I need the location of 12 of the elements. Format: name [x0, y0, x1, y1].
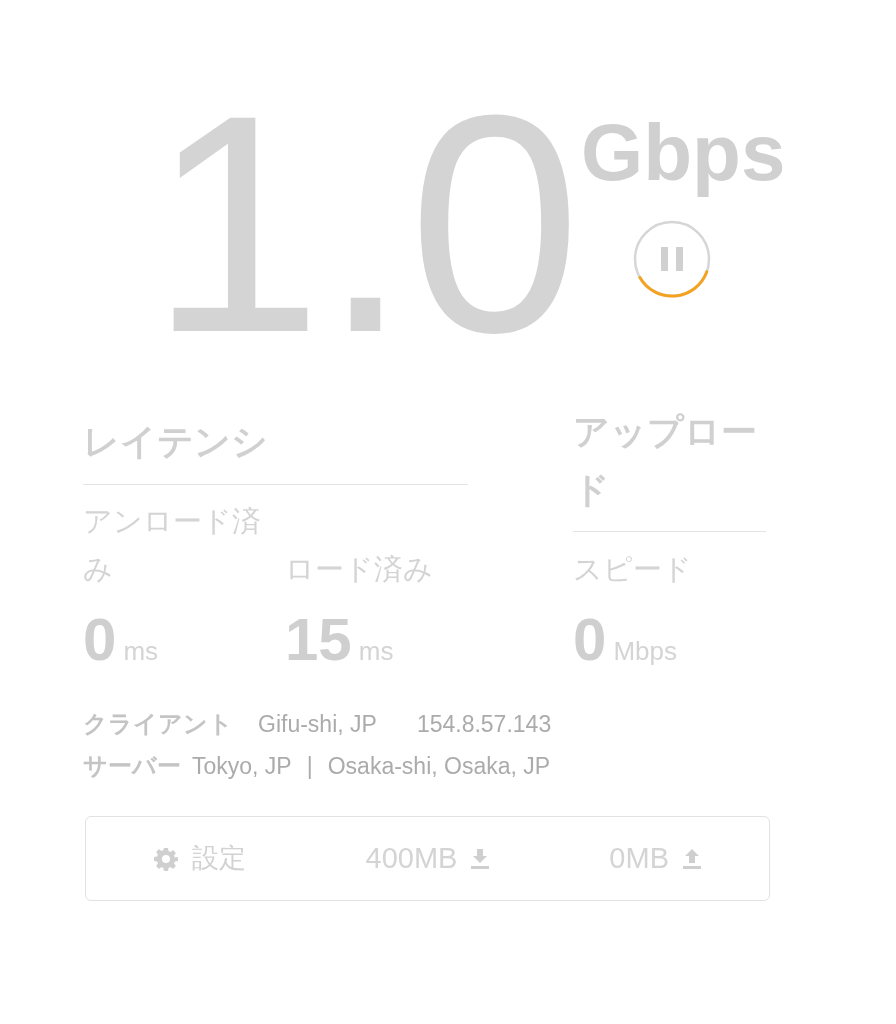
server-label: サーバー	[83, 751, 181, 781]
client-ip: 154.8.57.143	[416, 709, 552, 739]
server-location: Osaka-shi, Osaka, JP	[327, 751, 551, 781]
client-location: Gifu-shi, JP	[258, 709, 377, 739]
client-label: クライアント	[83, 709, 233, 739]
pause-button[interactable]	[632, 220, 711, 298]
gear-icon	[153, 846, 178, 871]
download-icon	[471, 848, 490, 869]
upload-icon	[683, 848, 701, 869]
pause-icon	[632, 220, 711, 298]
server-location: Tokyo, JP	[192, 751, 292, 781]
separator: |	[306, 751, 313, 781]
